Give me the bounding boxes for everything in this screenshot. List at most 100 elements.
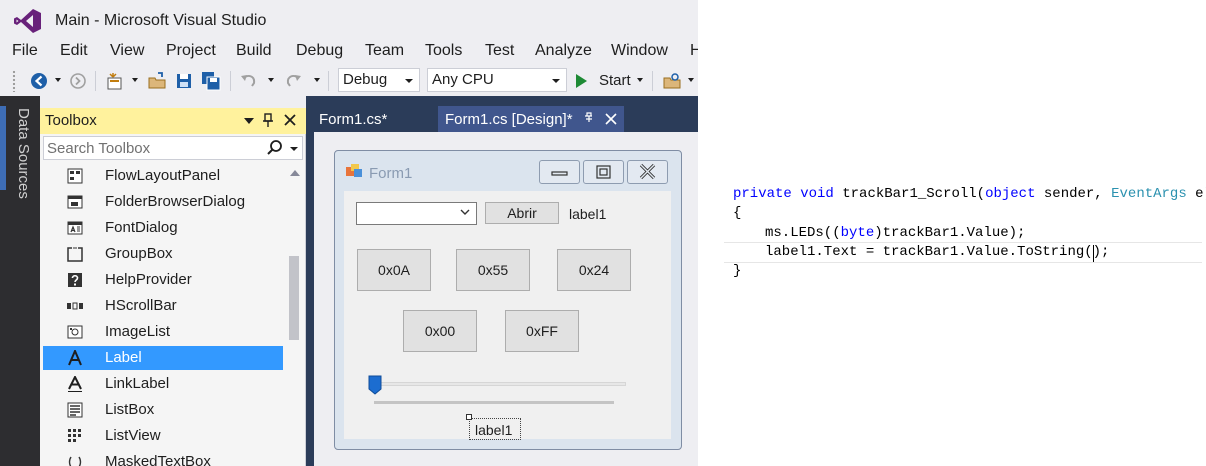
trackbar-thumb[interactable] xyxy=(368,375,382,395)
menu-build[interactable]: Build xyxy=(236,42,272,60)
tab-pin-icon[interactable] xyxy=(583,112,595,126)
search-input[interactable] xyxy=(47,139,257,157)
save-icon[interactable] xyxy=(173,70,195,92)
open-file-icon[interactable] xyxy=(146,70,168,92)
toolbox-item-listview[interactable]: ListView xyxy=(43,424,283,448)
toolbox-scrollbar[interactable] xyxy=(287,164,303,466)
button-0x55[interactable]: 0x55 xyxy=(456,249,530,291)
list-view-icon xyxy=(68,429,81,442)
visual-studio-logo-icon xyxy=(14,9,41,33)
undo-dropdown-icon[interactable] xyxy=(268,78,274,82)
form-minimize-button[interactable] xyxy=(539,160,580,184)
toolbox-search xyxy=(43,136,303,160)
solution-platform-select[interactable]: Any CPU xyxy=(427,68,567,92)
new-project-dropdown-icon[interactable] xyxy=(132,78,138,82)
navigate-forward-icon[interactable] xyxy=(67,70,89,92)
start-dropdown-icon[interactable] xyxy=(637,78,643,82)
form1-window[interactable]: Form1 Abrir label1 0x0A 0x55 0x24 0x00 0… xyxy=(334,150,682,450)
scroll-thumb[interactable] xyxy=(289,256,299,340)
toolbox-item-maskedtextbox[interactable]: MaskedTextBox xyxy=(43,450,283,466)
start-play-icon[interactable] xyxy=(573,72,589,90)
button-0x00[interactable]: 0x00 xyxy=(403,310,477,352)
solution-configuration-select[interactable]: Debug xyxy=(338,68,420,92)
tab-form1-code[interactable]: Form1.cs* xyxy=(312,106,436,132)
toolbox-item-label-selected[interactable]: Label xyxy=(43,346,283,370)
tab-close-icon[interactable] xyxy=(604,112,618,126)
data-sources-tab[interactable]: Data Sources xyxy=(12,108,32,208)
toolbox-item-folderbrowserdialog[interactable]: FolderBrowserDialog xyxy=(43,190,283,214)
chevron-down-icon xyxy=(405,79,413,83)
menu-view[interactable]: View xyxy=(110,42,144,60)
form-maximize-button[interactable] xyxy=(583,160,624,184)
tab-label: Form1.cs [Design]* xyxy=(445,111,573,128)
search-options-dropdown-icon[interactable] xyxy=(290,147,298,151)
code-snippet: private void trackBar1_Scroll(object sen… xyxy=(720,184,1206,294)
toolbox-item-label: FontDialog xyxy=(105,219,178,236)
label-icon xyxy=(68,350,82,366)
new-project-icon[interactable] xyxy=(104,70,126,92)
toolbox-item-imagelist[interactable]: ImageList xyxy=(43,320,283,344)
toolbox-item-flowlayoutpanel[interactable]: FlowLayoutPanel xyxy=(43,164,283,188)
menu-project[interactable]: Project xyxy=(166,42,216,60)
pin-icon[interactable] xyxy=(260,112,276,128)
toolbox-item-label: ListBox xyxy=(105,401,155,418)
port-combobox[interactable] xyxy=(356,202,477,225)
font-dialog-icon xyxy=(67,221,83,235)
trackbar-channel xyxy=(376,382,626,386)
toolbox-item-hscrollbar[interactable]: HScrollBar xyxy=(43,294,283,318)
toolbox-item-list: FlowLayoutPanel FolderBrowserDialog Font… xyxy=(43,164,283,466)
button-0x0a[interactable]: 0x0A xyxy=(357,249,431,291)
toolbox-item-linklabel[interactable]: LinkLabel xyxy=(43,372,283,396)
toolbox-item-groupbox[interactable]: GroupBox xyxy=(43,242,283,266)
tab-form1-design[interactable]: Form1.cs [Design]* xyxy=(438,106,624,132)
search-icon[interactable] xyxy=(266,139,284,157)
button-0x24[interactable]: 0x24 xyxy=(557,249,631,291)
form-close-button[interactable] xyxy=(627,160,668,184)
value-label-text: label1 xyxy=(475,422,513,438)
menu-edit[interactable]: Edit xyxy=(60,42,88,60)
menu-team[interactable]: Team xyxy=(365,42,404,60)
button-0xff[interactable]: 0xFF xyxy=(505,310,579,352)
redo-icon[interactable] xyxy=(282,70,304,92)
toolbox-item-label: HScrollBar xyxy=(105,297,177,314)
selection-handle[interactable] xyxy=(466,414,472,420)
redo-dropdown-icon[interactable] xyxy=(314,78,320,82)
code-line-3: ms.LEDs((byte)trackBar1.Value); xyxy=(765,225,1025,244)
start-button[interactable]: Start xyxy=(599,72,631,89)
navigate-back-icon[interactable] xyxy=(28,70,50,92)
toolbar-overflow-icon[interactable] xyxy=(688,78,694,82)
value-label-selected[interactable]: label1 xyxy=(469,418,521,440)
standard-toolbar: Debug Any CPU Start xyxy=(0,66,698,96)
menu-help[interactable]: H xyxy=(690,42,698,60)
window-position-dropdown-icon[interactable] xyxy=(244,118,254,124)
menu-window[interactable]: Window xyxy=(611,42,668,60)
toolbox-item-fontdialog[interactable]: FontDialog xyxy=(43,216,283,240)
menu-analyze[interactable]: Analyze xyxy=(535,42,592,60)
menu-test[interactable]: Test xyxy=(485,42,514,60)
menu-tools[interactable]: Tools xyxy=(425,42,462,60)
close-icon[interactable] xyxy=(282,112,298,128)
list-box-icon xyxy=(67,402,83,418)
toolbox-item-label: LinkLabel xyxy=(105,375,170,392)
menu-bar: File Edit View Project Build Debug Team … xyxy=(0,42,698,64)
image-list-icon xyxy=(67,325,83,339)
code-line-2: { xyxy=(733,205,742,221)
visual-studio-window: Main - Microsoft Visual Studio File Edit… xyxy=(0,0,698,466)
minimize-icon xyxy=(551,171,568,176)
back-dropdown-icon[interactable] xyxy=(55,78,61,82)
find-in-files-icon[interactable] xyxy=(661,70,683,92)
menu-debug[interactable]: Debug xyxy=(296,42,343,60)
undo-icon[interactable] xyxy=(238,70,260,92)
form-title: Form1 xyxy=(369,165,413,182)
abrir-button[interactable]: Abrir xyxy=(485,202,559,224)
toolbar-grip[interactable] xyxy=(12,70,17,92)
text-caret xyxy=(1093,245,1094,262)
toolbox-item-helpprovider[interactable]: HelpProvider xyxy=(43,268,283,292)
save-all-icon[interactable] xyxy=(200,70,222,92)
top-label: label1 xyxy=(569,206,607,222)
scroll-up-icon[interactable] xyxy=(290,170,300,176)
toolbox-panel: Toolbox FlowLay xyxy=(40,108,306,466)
close-icon xyxy=(639,163,656,180)
toolbox-item-listbox[interactable]: ListBox xyxy=(43,398,283,422)
menu-file[interactable]: File xyxy=(12,42,38,60)
